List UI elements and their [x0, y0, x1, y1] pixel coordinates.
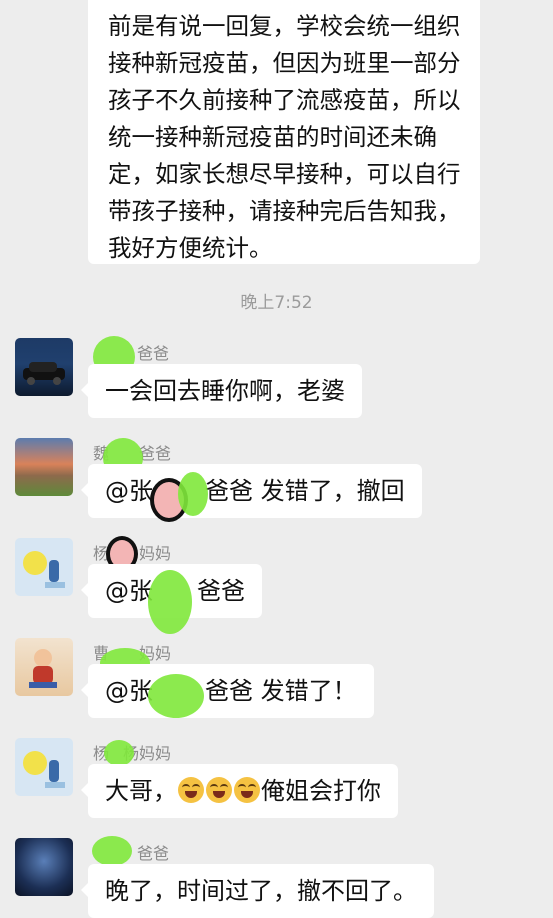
galaxy-avatar[interactable]: [15, 838, 73, 896]
message-line: 定，如家长想尽早接种，可以自行: [108, 160, 461, 188]
cartoon-icon: [23, 551, 65, 588]
car-icon: [23, 362, 65, 385]
car-avatar[interactable]: [15, 338, 73, 396]
message-line: 统一接种新冠疫苗的时间还未确: [108, 123, 437, 151]
message-line: 孩子不久前接种了流感疫苗，所以: [108, 86, 461, 114]
mention-text: @张: [105, 577, 153, 605]
message-bubble[interactable]: 大哥， 俺姐会打你: [81, 764, 398, 818]
message-line: 带孩子接种，请接种完后告知我，: [108, 197, 461, 225]
cartoon-avatar[interactable]: [15, 738, 73, 796]
sunset-avatar[interactable]: [15, 438, 73, 496]
redaction-mark: [178, 472, 208, 516]
redaction-mark: [148, 570, 192, 634]
redaction-mark: [104, 740, 134, 766]
laughing-crying-emoji-icon: [234, 777, 260, 803]
message-bubble-announcement[interactable]: 前是有说一回复，学校会统一组织 接种新冠疫苗，但因为班里一部分 孩子不久前接种了…: [88, 0, 480, 264]
mention-text: @张: [105, 677, 153, 705]
message-bubble[interactable]: @张 爸爸 发错了！: [81, 664, 374, 718]
message-line: 我好方便统计。: [108, 234, 273, 262]
message-bubble[interactable]: 晚了，时间过了，撤不回了。: [81, 864, 434, 918]
laughing-crying-emoji-icon: [178, 777, 204, 803]
message-text: 爸爸 发错了，撤回: [205, 477, 405, 505]
message-text: 爸爸 发错了！: [205, 677, 357, 705]
message-text: 一会回去睡你啊，老婆: [105, 377, 345, 405]
cartoon-icon: [23, 751, 65, 788]
message-text: 大哥，: [105, 777, 177, 805]
message-line: 前是有说一回复，学校会统一组织: [108, 12, 461, 40]
message-text: 晚了，时间过了，撤不回了。: [105, 877, 417, 905]
message-text: 俺姐会打你: [261, 777, 381, 805]
message-line: 接种新冠疫苗，但因为班里一部分: [108, 49, 461, 77]
mention-text: @张: [105, 477, 153, 505]
redaction-mark: [92, 836, 132, 866]
cartoon-avatar[interactable]: [15, 538, 73, 596]
message-timestamp: 晚上7:52: [240, 293, 313, 313]
child-photo-icon: [29, 649, 57, 688]
message-bubble[interactable]: 一会回去睡你啊，老婆: [81, 364, 362, 418]
redaction-mark: [148, 674, 204, 718]
child-avatar[interactable]: [15, 638, 73, 696]
message-bubble[interactable]: @张 爸爸 发错了，撤回: [81, 464, 422, 518]
laughing-crying-emoji-icon: [206, 777, 232, 803]
message-text: 爸爸: [197, 577, 245, 605]
